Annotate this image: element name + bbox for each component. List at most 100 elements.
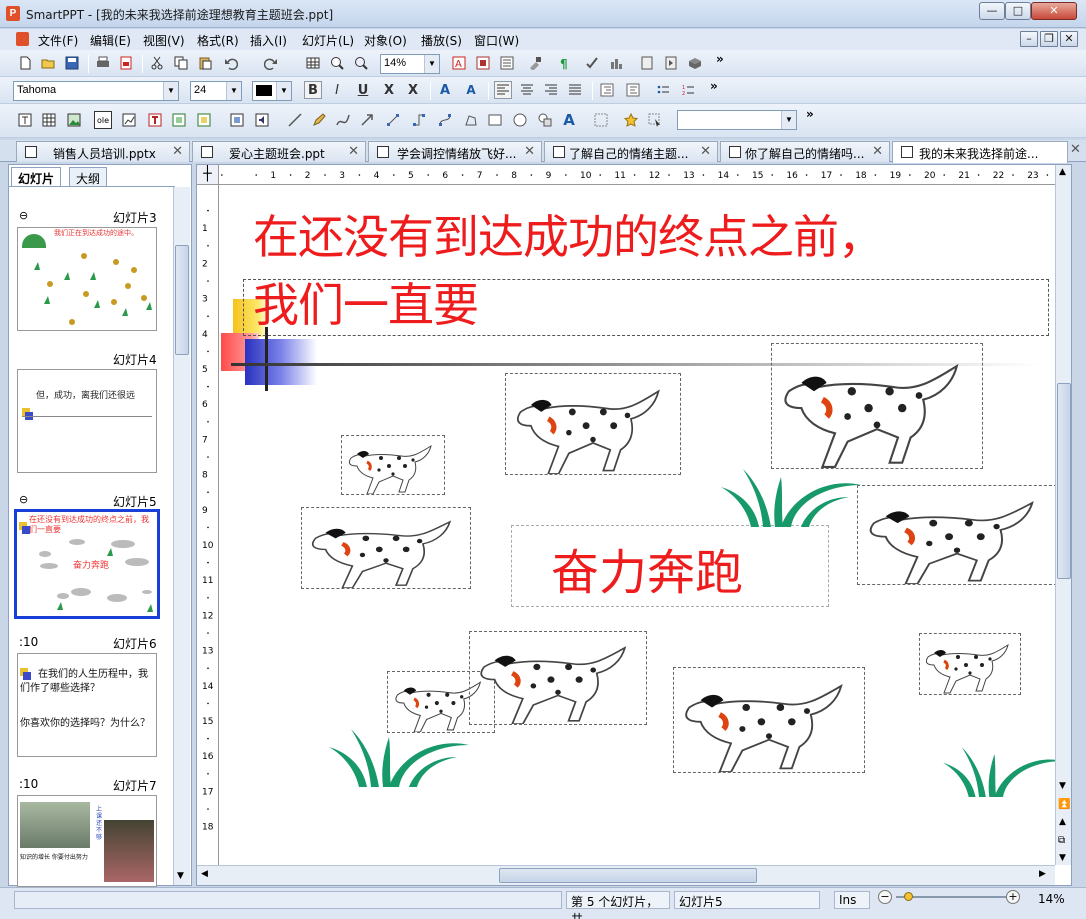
pdf-icon[interactable] — [117, 54, 135, 72]
table-grid-icon[interactable] — [304, 54, 322, 72]
dalmatian-image[interactable] — [469, 631, 647, 725]
copy-slide-icon[interactable]: ⧉ — [1058, 835, 1065, 846]
zoom-out-icon[interactable]: − — [878, 890, 892, 904]
tab-doc-2[interactable]: 爱心主题班会.ppt ✕ — [192, 141, 366, 162]
tab-doc-6-active[interactable]: 我的未来我选择前途... — [892, 141, 1068, 163]
scroll-up-icon[interactable]: ▲ — [1059, 167, 1066, 177]
star-icon[interactable] — [622, 111, 640, 129]
undo-icon[interactable] — [222, 54, 240, 72]
format-painter-icon[interactable] — [526, 54, 544, 72]
freeform-icon[interactable] — [462, 111, 480, 129]
prev-slide-icon[interactable]: ▲ — [1059, 817, 1066, 827]
insert-text-icon[interactable] — [146, 111, 164, 129]
insert-frame-icon[interactable] — [170, 111, 188, 129]
tab-doc-1[interactable]: 销售人员培训.pptx ✕ — [16, 141, 190, 162]
vertical-scroll-thumb[interactable] — [1057, 383, 1071, 579]
font-color-select[interactable]: ▼ — [252, 81, 292, 101]
align-right-icon[interactable] — [542, 81, 560, 99]
tab-close-icon[interactable]: ✕ — [700, 144, 711, 159]
minimize-button[interactable]: — — [979, 2, 1005, 20]
justify-icon[interactable] — [566, 81, 584, 99]
tab-close-active[interactable]: ✕ — [1070, 142, 1081, 157]
zoom-slider-knob[interactable] — [904, 892, 913, 901]
paragraph-icon[interactable]: ¶ — [556, 54, 574, 72]
italic-icon[interactable]: I — [328, 81, 346, 99]
dalmatian-image[interactable] — [301, 507, 471, 589]
ole-object-icon[interactable]: ole — [94, 111, 112, 129]
font-name-select[interactable]: Tahoma ▼ — [13, 81, 179, 101]
slide-subtitle[interactable]: 奋力奔跑 — [551, 533, 743, 603]
panel-scroll-down-icon[interactable]: ▼ — [177, 871, 184, 881]
zoom-slider[interactable] — [896, 892, 1008, 901]
increase-indent-icon[interactable] — [624, 81, 642, 99]
thumb-slide-6[interactable]: :10 幻灯片6 在我们的人生历程中，我们作了哪些选择？ 你喜欢你的选择吗？为什… — [9, 633, 175, 761]
copy-icon[interactable] — [172, 54, 190, 72]
mdi-restore-button[interactable]: ❐ — [1040, 31, 1058, 47]
tab-slides[interactable]: 幻灯片 — [11, 167, 62, 187]
template-icon[interactable] — [638, 54, 656, 72]
decrease-indent-icon[interactable] — [598, 81, 616, 99]
select-objects-icon[interactable] — [646, 111, 664, 129]
pencil-icon[interactable] — [310, 111, 328, 129]
thumb-slide-4[interactable]: 幻灯片4 但，成功，离我们还很远 — [9, 349, 175, 477]
wordart-icon[interactable]: A — [560, 111, 578, 129]
scroll-right-icon[interactable]: ▶ — [1039, 869, 1046, 879]
panel-scroll-thumb[interactable] — [175, 245, 189, 355]
slide-canvas[interactable]: 在还没有到达成功的终点之前， 我们一直要 奋力奔跑 — [221, 187, 1057, 863]
ellipse-icon[interactable] — [511, 111, 529, 129]
dalmatian-image[interactable] — [505, 373, 681, 475]
vertical-scrollbar[interactable]: ▲ ▼ ⏫ ▲ ⧉ ▼ — [1055, 165, 1071, 865]
thumb-slide-7[interactable]: :10 幻灯片7 上课还不够 知识的增长 你要付出努力 — [9, 775, 175, 887]
close-button[interactable]: ✕ — [1031, 2, 1077, 20]
new-icon[interactable] — [16, 54, 34, 72]
dalmatian-image[interactable] — [341, 435, 445, 495]
tab-doc-4[interactable]: 了解自己的情绪主题... ✕ — [544, 141, 718, 162]
mdi-close-button[interactable]: ✕ — [1060, 31, 1078, 47]
shadow-icon[interactable]: X — [404, 81, 422, 99]
slide-heading-line-2[interactable]: 我们一直要 — [253, 269, 479, 335]
zoom-in-button-icon[interactable]: + — [1006, 890, 1020, 904]
save-icon[interactable] — [63, 54, 81, 72]
zoom-in-icon[interactable] — [328, 54, 346, 72]
dalmatian-image[interactable] — [919, 633, 1021, 695]
menu-slide[interactable]: 幻灯片(L) — [302, 32, 354, 49]
dalmatian-image[interactable] — [771, 343, 983, 469]
insert-table-icon[interactable] — [40, 111, 58, 129]
dalmatian-image[interactable] — [857, 485, 1057, 585]
open-icon[interactable] — [39, 54, 57, 72]
redo-icon[interactable] — [262, 54, 280, 72]
menu-window[interactable]: 窗口(W) — [474, 32, 519, 49]
align-left-icon[interactable] — [494, 81, 512, 99]
group-icon[interactable] — [592, 111, 610, 129]
cut-icon[interactable] — [148, 54, 166, 72]
menu-insert[interactable]: 插入(I) — [250, 32, 287, 49]
insert-slide-icon[interactable] — [195, 111, 213, 129]
textbox-icon[interactable] — [16, 111, 34, 129]
tab-outline[interactable]: 大纲 — [69, 167, 108, 187]
grow-font-icon[interactable]: A — [436, 81, 454, 99]
arrow-icon[interactable] — [358, 111, 376, 129]
menu-object[interactable]: 对象(O) — [364, 32, 407, 49]
toolbar-overflow[interactable]: » — [716, 52, 724, 66]
format-toolbar-overflow[interactable]: » — [710, 79, 718, 93]
slide-heading-line-1[interactable]: 在还没有到达成功的终点之前， — [253, 201, 884, 267]
horizontal-scrollbar[interactable]: ◀ ▶ — [197, 865, 1055, 885]
maximize-button[interactable]: □ — [1005, 2, 1031, 20]
tab-doc-5[interactable]: 你了解自己的情绪吗... ✕ — [720, 141, 890, 162]
strikethrough-icon[interactable]: X — [380, 81, 398, 99]
scroll-left-icon[interactable]: ◀ — [201, 869, 208, 879]
rectangle-icon[interactable] — [486, 111, 504, 129]
insert-object-icon[interactable] — [474, 54, 492, 72]
sound-icon[interactable] — [253, 111, 271, 129]
insert-chart-icon[interactable] — [120, 111, 138, 129]
first-slide-icon[interactable]: ⏫ — [1058, 799, 1070, 810]
tab-doc-3[interactable]: 学会调控情绪放飞好... ✕ — [368, 141, 542, 162]
movie-icon[interactable] — [228, 111, 246, 129]
panel-scrollbar[interactable]: ▼ — [173, 187, 190, 885]
line-icon[interactable] — [286, 111, 304, 129]
tab-close-icon[interactable]: ✕ — [524, 144, 535, 159]
align-center-icon[interactable] — [518, 81, 536, 99]
horizontal-scroll-thumb[interactable] — [499, 868, 757, 883]
tab-close-icon[interactable]: ✕ — [348, 144, 359, 159]
package-icon[interactable] — [686, 54, 704, 72]
